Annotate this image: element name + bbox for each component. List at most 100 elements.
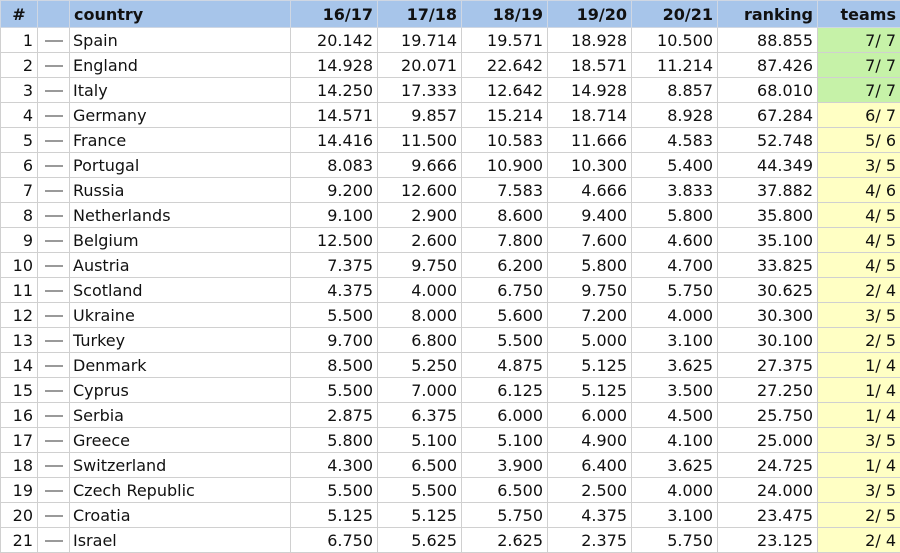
season-points-cell: 12.600 bbox=[378, 178, 462, 203]
ranking-cell: 87.426 bbox=[718, 53, 818, 78]
rank-cell: 20 bbox=[1, 503, 38, 528]
header-season-16-17[interactable]: 16/17 bbox=[291, 1, 378, 28]
season-points-cell: 4.583 bbox=[632, 128, 718, 153]
season-points-cell: 8.083 bbox=[291, 153, 378, 178]
teams-cell: 2/ 5 bbox=[818, 328, 900, 353]
ranking-cell: 27.375 bbox=[718, 353, 818, 378]
header-season-17-18[interactable]: 17/18 bbox=[378, 1, 462, 28]
season-points-cell: 4.666 bbox=[548, 178, 632, 203]
ranking-cell: 30.625 bbox=[718, 278, 818, 303]
season-points-cell: 6.000 bbox=[462, 403, 548, 428]
season-points-cell: 5.500 bbox=[291, 478, 378, 503]
season-points-cell: 14.928 bbox=[291, 53, 378, 78]
header-teams[interactable]: teams bbox=[818, 1, 900, 28]
season-points-cell: 5.800 bbox=[291, 428, 378, 453]
trend-cell bbox=[38, 253, 70, 278]
table-row: 16Serbia2.8756.3756.0006.0004.50025.7501… bbox=[1, 403, 900, 428]
rank-cell: 19 bbox=[1, 478, 38, 503]
ranking-cell: 24.725 bbox=[718, 453, 818, 478]
teams-cell: 4/ 5 bbox=[818, 228, 900, 253]
season-points-cell: 8.857 bbox=[632, 78, 718, 103]
teams-cell: 4/ 5 bbox=[818, 253, 900, 278]
ranking-cell: 24.000 bbox=[718, 478, 818, 503]
country-cell: England bbox=[70, 53, 291, 78]
teams-cell: 1/ 4 bbox=[818, 378, 900, 403]
header-country[interactable]: country bbox=[70, 1, 291, 28]
country-cell: Germany bbox=[70, 103, 291, 128]
season-points-cell: 19.714 bbox=[378, 28, 462, 53]
season-points-cell: 8.600 bbox=[462, 203, 548, 228]
season-points-cell: 15.214 bbox=[462, 103, 548, 128]
ranking-cell: 30.100 bbox=[718, 328, 818, 353]
season-points-cell: 12.642 bbox=[462, 78, 548, 103]
country-cell: Cyprus bbox=[70, 378, 291, 403]
trend-cell bbox=[38, 428, 70, 453]
dash-icon bbox=[45, 390, 63, 392]
country-cell: Denmark bbox=[70, 353, 291, 378]
season-points-cell: 11.214 bbox=[632, 53, 718, 78]
ranking-cell: 35.100 bbox=[718, 228, 818, 253]
teams-cell: 7/ 7 bbox=[818, 53, 900, 78]
season-points-cell: 6.800 bbox=[378, 328, 462, 353]
ranking-cell: 67.284 bbox=[718, 103, 818, 128]
season-points-cell: 3.100 bbox=[632, 328, 718, 353]
rank-cell: 5 bbox=[1, 128, 38, 153]
trend-cell bbox=[38, 128, 70, 153]
season-points-cell: 10.583 bbox=[462, 128, 548, 153]
trend-cell bbox=[38, 153, 70, 178]
uefa-coefficient-table: # country 16/17 17/18 18/19 19/20 20/21 … bbox=[0, 0, 900, 553]
season-points-cell: 3.100 bbox=[632, 503, 718, 528]
header-season-18-19[interactable]: 18/19 bbox=[462, 1, 548, 28]
rank-cell: 6 bbox=[1, 153, 38, 178]
dash-icon bbox=[45, 515, 63, 517]
season-points-cell: 4.900 bbox=[548, 428, 632, 453]
table-row: 8Netherlands9.1002.9008.6009.4005.80035.… bbox=[1, 203, 900, 228]
teams-cell: 4/ 6 bbox=[818, 178, 900, 203]
season-points-cell: 5.000 bbox=[548, 328, 632, 353]
rank-cell: 10 bbox=[1, 253, 38, 278]
season-points-cell: 6.125 bbox=[462, 378, 548, 403]
table-row: 9Belgium12.5002.6007.8007.6004.60035.100… bbox=[1, 228, 900, 253]
table-row: 18Switzerland4.3006.5003.9006.4003.62524… bbox=[1, 453, 900, 478]
season-points-cell: 10.300 bbox=[548, 153, 632, 178]
header-ranking[interactable]: ranking bbox=[718, 1, 818, 28]
teams-cell: 7/ 7 bbox=[818, 78, 900, 103]
header-rank[interactable]: # bbox=[1, 1, 38, 28]
header-season-19-20[interactable]: 19/20 bbox=[548, 1, 632, 28]
season-points-cell: 17.333 bbox=[378, 78, 462, 103]
season-points-cell: 2.875 bbox=[291, 403, 378, 428]
rank-cell: 8 bbox=[1, 203, 38, 228]
dash-icon bbox=[45, 365, 63, 367]
season-points-cell: 7.600 bbox=[548, 228, 632, 253]
rank-cell: 18 bbox=[1, 453, 38, 478]
season-points-cell: 9.100 bbox=[291, 203, 378, 228]
season-points-cell: 5.100 bbox=[462, 428, 548, 453]
trend-cell bbox=[38, 303, 70, 328]
trend-cell bbox=[38, 403, 70, 428]
rank-cell: 16 bbox=[1, 403, 38, 428]
trend-cell bbox=[38, 278, 70, 303]
season-points-cell: 3.833 bbox=[632, 178, 718, 203]
season-points-cell: 12.500 bbox=[291, 228, 378, 253]
trend-cell bbox=[38, 453, 70, 478]
trend-cell bbox=[38, 203, 70, 228]
teams-cell: 1/ 4 bbox=[818, 453, 900, 478]
season-points-cell: 6.000 bbox=[548, 403, 632, 428]
ranking-cell: 23.475 bbox=[718, 503, 818, 528]
season-points-cell: 9.200 bbox=[291, 178, 378, 203]
teams-cell: 3/ 5 bbox=[818, 303, 900, 328]
dash-icon bbox=[45, 340, 63, 342]
country-cell: Serbia bbox=[70, 403, 291, 428]
teams-cell: 2/ 5 bbox=[818, 503, 900, 528]
season-points-cell: 4.600 bbox=[632, 228, 718, 253]
header-season-20-21[interactable]: 20/21 bbox=[632, 1, 718, 28]
header-row: # country 16/17 17/18 18/19 19/20 20/21 … bbox=[1, 1, 900, 28]
country-cell: Belgium bbox=[70, 228, 291, 253]
season-points-cell: 11.500 bbox=[378, 128, 462, 153]
season-points-cell: 5.500 bbox=[378, 478, 462, 503]
season-points-cell: 14.250 bbox=[291, 78, 378, 103]
season-points-cell: 5.500 bbox=[462, 328, 548, 353]
season-points-cell: 6.500 bbox=[462, 478, 548, 503]
dash-icon bbox=[45, 315, 63, 317]
season-points-cell: 2.600 bbox=[378, 228, 462, 253]
